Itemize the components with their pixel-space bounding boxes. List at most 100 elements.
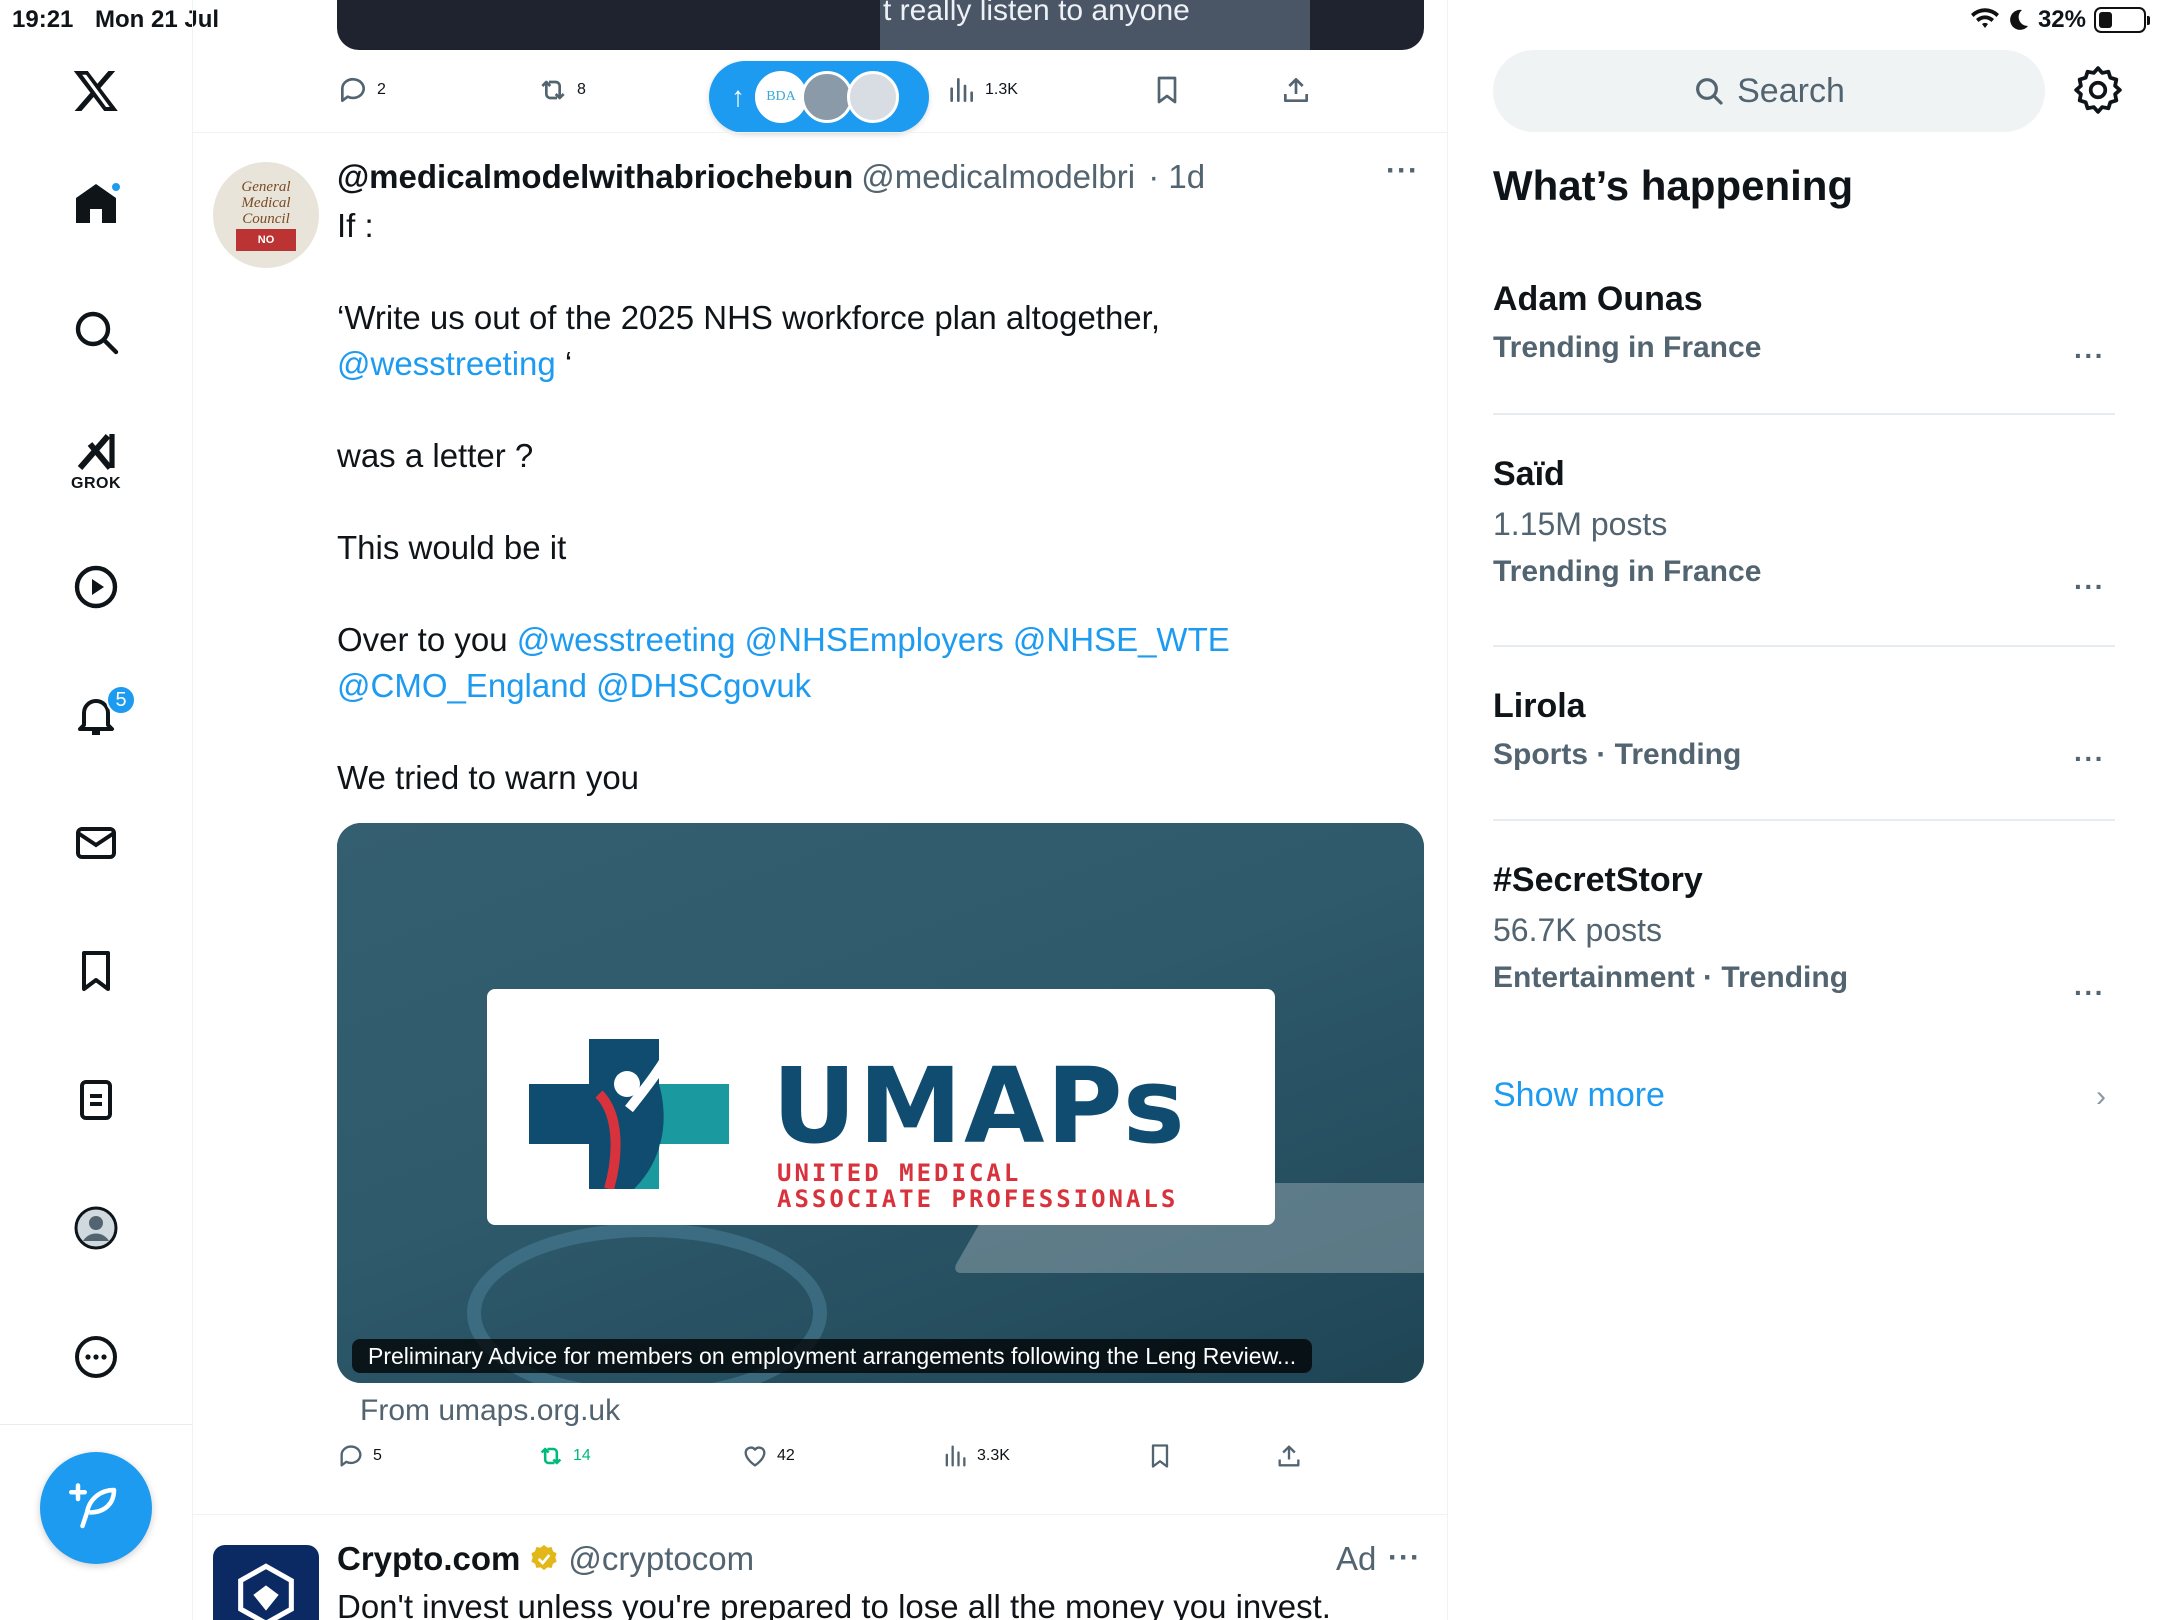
trend-name: Saïd: [1493, 455, 1565, 493]
card-caption: Preliminary Advice for members on employ…: [352, 1339, 1313, 1373]
link-card[interactable]: UMAPs UNITED MEDICAL ASSOCIATE PROFESSIO…: [337, 823, 1424, 1383]
home-unread-dot: [110, 181, 122, 193]
nav-grok[interactable]: [66, 422, 126, 482]
x-logo-icon: [73, 71, 118, 111]
post-divider: [193, 1514, 1447, 1515]
post-text: If : ‘Write us out of the 2025 NHS workf…: [337, 203, 1417, 847]
previous-views-button[interactable]: 1.3K: [945, 74, 1018, 106]
nav-home[interactable]: [66, 173, 126, 233]
nav-profile[interactable]: [66, 1198, 126, 1258]
trend-item[interactable]: Saïd 1.15M posts Trending in France ···: [1493, 455, 2113, 602]
gear-icon[interactable]: [2073, 65, 2123, 115]
trend-item[interactable]: Lirola Sports · Trending ···: [1493, 687, 2113, 775]
compose-button[interactable]: [40, 1452, 152, 1564]
verified-gold-badge-icon: [531, 1545, 558, 1571]
previous-reply-button[interactable]: 2: [337, 74, 386, 106]
previous-views-count: 1.3K: [985, 81, 1018, 98]
trend-divider: [1493, 413, 2115, 415]
reply-icon: [340, 1445, 362, 1467]
card-source[interactable]: From umaps.org.uk: [360, 1394, 620, 1428]
nav-messages[interactable]: [66, 813, 126, 873]
nav-lists[interactable]: [66, 1070, 126, 1130]
previous-repost-count: 8: [577, 81, 586, 98]
previous-repost-button[interactable]: 8: [537, 74, 586, 106]
trend-meta: Entertainment · Trending: [1493, 961, 1849, 994]
medical-cross-logo-icon: [529, 1039, 729, 1189]
trend-more-button[interactable]: ···: [2074, 743, 2105, 775]
nav-notifications[interactable]: 5: [66, 685, 136, 745]
ad-author-avatar[interactable]: [213, 1545, 319, 1620]
trend-more-button[interactable]: ···: [2074, 571, 2105, 603]
chevron-right-icon: ›: [2096, 1080, 2106, 1113]
post-text-line: Over to you: [337, 621, 517, 658]
trend-more-button[interactable]: ···: [2074, 340, 2105, 372]
trend-item[interactable]: #SecretStory 56.7K posts Entertainment ·…: [1493, 861, 2113, 1008]
trend-divider: [1493, 645, 2115, 647]
arrow-up-icon: ↑: [731, 81, 745, 112]
feather-plus-icon: [69, 1483, 117, 1529]
heart-icon: [744, 1446, 766, 1467]
repost-icon: [540, 1447, 562, 1465]
trend-item[interactable]: Adam Ounas Trending in France ···: [1493, 280, 2113, 371]
bookmark-icon: [1157, 76, 1177, 104]
post-author-name[interactable]: @medicalmodelwithabriochebun: [337, 158, 853, 195]
ad-more-button[interactable]: ···: [1388, 1541, 1421, 1575]
previous-share-button[interactable]: [1280, 74, 1312, 106]
previous-bookmark-button[interactable]: [1151, 74, 1183, 106]
umaps-logo: UMAPs UNITED MEDICAL ASSOCIATE PROFESSIO…: [487, 989, 1275, 1225]
nav-more[interactable]: [66, 1327, 126, 1387]
trend-name: #SecretStory: [1493, 861, 1703, 899]
post-divider: [193, 132, 1447, 133]
whats-happening-title: What’s happening: [1493, 162, 1854, 209]
avatar-stamp: NO: [236, 229, 296, 251]
post-author-avatar[interactable]: General Medical Council NO: [213, 162, 319, 268]
x-logo-button[interactable]: [66, 60, 126, 120]
grok-icon: [77, 434, 115, 470]
new-post-avatar: BDA: [755, 71, 807, 123]
previous-reply-count: 2: [377, 81, 386, 98]
post-text-line: If :: [337, 207, 374, 244]
like-button[interactable]: 42: [741, 1442, 795, 1470]
post-text-line: was a letter ?: [337, 437, 534, 474]
post-text-line: This would be it: [337, 529, 567, 566]
post-author-handle[interactable]: @medicalmodelbri: [861, 158, 1135, 195]
search-input[interactable]: Search: [1493, 50, 2045, 132]
trend-meta: Sports · Trending: [1493, 738, 1742, 771]
repost-button[interactable]: 14: [537, 1442, 591, 1470]
share-button[interactable]: [1275, 1442, 1303, 1470]
show-more-link[interactable]: Show more: [1493, 1076, 1665, 1115]
notifications-badge: 5: [106, 685, 136, 715]
ad-text: Don't invest unless you're prepared to l…: [337, 1588, 1331, 1620]
views-icon: [945, 1445, 966, 1467]
post-more-button[interactable]: ···: [1386, 154, 1419, 188]
nav-bookmarks[interactable]: [66, 941, 126, 1001]
nav-explore[interactable]: [66, 302, 126, 362]
post-text-line: We tried to warn you: [337, 759, 640, 796]
repost-icon: [541, 80, 565, 100]
ad-header: Crypto.com @cryptocom: [337, 1540, 754, 1578]
card-logo-subtitle: ASSOCIATE PROFESSIONALS: [777, 1185, 1179, 1213]
avatar-text-line: Medical: [241, 195, 291, 211]
nav-video[interactable]: [66, 557, 126, 617]
new-posts-pill[interactable]: ↑ BDA: [709, 61, 929, 133]
ad-author-name[interactable]: Crypto.com: [337, 1540, 520, 1578]
share-icon: [1278, 1445, 1300, 1467]
post-header: @medicalmodelwithabriochebun @medicalmode…: [337, 158, 1205, 196]
new-post-avatar: [847, 71, 899, 123]
profile-avatar-icon: [74, 1206, 118, 1250]
ad-author-handle[interactable]: @cryptocom: [568, 1540, 754, 1578]
mention-link[interactable]: @wesstreeting: [337, 345, 556, 382]
post-text-paragraph: Over to you @wesstreeting @NHSEmployers …: [337, 617, 1417, 709]
mention-links[interactable]: @CMO_England @DHSCgovuk: [337, 667, 811, 704]
previous-post-media-caption: t really listen to anyone: [883, 0, 1190, 27]
trend-more-button[interactable]: ···: [2074, 977, 2105, 1009]
views-button[interactable]: 3.3K: [941, 1442, 1010, 1470]
mention-links[interactable]: @wesstreeting @NHSEmployers @NHSE_WTE: [517, 621, 1230, 658]
previous-post-media[interactable]: [337, 0, 1424, 50]
views-count: 3.3K: [977, 1447, 1010, 1464]
post-time[interactable]: · 1d: [1148, 158, 1205, 195]
bookmark-button[interactable]: [1146, 1442, 1174, 1470]
avatar-text-line: General: [241, 179, 291, 195]
post-text-paragraph: ‘Write us out of the 2025 NHS workforce …: [337, 295, 1417, 387]
reply-button[interactable]: 5: [337, 1442, 382, 1470]
